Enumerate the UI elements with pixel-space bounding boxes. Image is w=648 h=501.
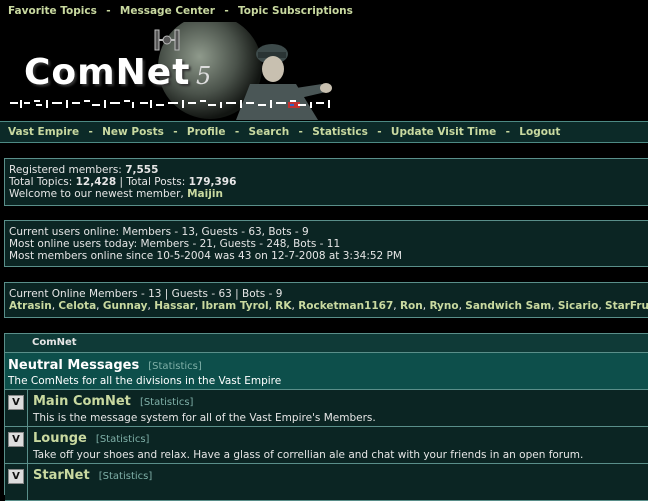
category-title[interactable]: Neutral Messages <box>8 358 139 373</box>
forum-statistics-link[interactable]: [Statistics] <box>96 434 150 445</box>
forum-list-header: ComNet <box>5 334 648 353</box>
nav-update-visit-time[interactable]: Update Visit Time <box>391 126 496 138</box>
newest-member-link[interactable]: Maijin <box>187 188 223 200</box>
current-users-line: Current users online: Members - 13, Gues… <box>9 226 309 238</box>
member-link[interactable]: Ibram Tyrol <box>202 300 269 312</box>
forum-row: V StarNet [Statistics] <box>5 464 648 501</box>
board-stats-panel: Registered members: 7,555 Total Topics: … <box>4 158 648 206</box>
forum-row: V Lounge [Statistics] Take off your shoe… <box>5 427 648 464</box>
topics-label: Total Topics: <box>9 176 73 188</box>
nav-logout[interactable]: Logout <box>519 126 560 138</box>
divider: | <box>119 176 124 188</box>
forum-title-link[interactable]: Lounge <box>33 431 87 446</box>
member-link[interactable]: Gunnay <box>103 300 148 312</box>
forum-status-icon: V <box>8 395 24 410</box>
forum-group-title: ComNet <box>32 337 77 348</box>
online-member-list: Atrasin, Celota, Gunnay, Hassar, Ibram T… <box>9 300 648 312</box>
separator: - <box>298 126 303 138</box>
category-title-line: Neutral Messages [Statistics] <box>8 358 202 373</box>
topics-value: 12,428 <box>75 176 117 188</box>
online-users-panel: Current users online: Members - 13, Gues… <box>4 220 648 267</box>
nav-statistics[interactable]: Statistics <box>312 126 368 138</box>
favorite-topics-link[interactable]: Favorite Topics <box>8 5 97 17</box>
nav-search[interactable]: Search <box>249 126 290 138</box>
nav-new-posts[interactable]: New Posts <box>102 126 164 138</box>
member-link[interactable]: Atrasin <box>9 300 52 312</box>
forum-title-line: Lounge [Statistics] <box>33 431 149 446</box>
member-link[interactable]: Celota <box>58 300 96 312</box>
most-ever-line: Most members online since 10-5-2004 was … <box>9 250 402 262</box>
online-summary: Current Online Members - 13 | Guests - 6… <box>9 288 283 300</box>
welcome-text: Welcome to our newest member, <box>9 188 184 200</box>
forum-status-icon: V <box>8 469 24 484</box>
site-banner: ComNet 5 <box>0 22 648 120</box>
separator: - <box>234 126 240 138</box>
online-members-panel: Current Online Members - 13 | Guests - 6… <box>4 282 648 318</box>
nav-vast-empire[interactable]: Vast Empire <box>8 126 79 138</box>
forum-icon-cell: V <box>5 464 28 500</box>
main-nav-bar: Vast Empire - New Posts - Profile - Sear… <box>0 121 648 143</box>
member-link[interactable]: Sicario <box>558 300 598 312</box>
category-description: The ComNets for all the divisions in the… <box>8 375 282 387</box>
member-link[interactable]: Ron <box>400 300 423 312</box>
separator: - <box>224 5 229 17</box>
category-row: Neutral Messages [Statistics] The ComNet… <box>5 353 648 390</box>
posts-label: Total Posts: <box>126 176 186 188</box>
separator: - <box>173 126 178 138</box>
topic-subscriptions-link[interactable]: Topic Subscriptions <box>238 5 353 17</box>
forum-row: V Main ComNet [Statistics] This is the m… <box>5 390 648 427</box>
forum-status-icon: V <box>8 432 24 447</box>
top-menu-bar: Favorite Topics - Message Center - Topic… <box>0 0 648 22</box>
registered-members-line: Registered members: 7,555 <box>9 164 158 176</box>
member-link[interactable]: StarFrui <box>605 300 648 312</box>
forum-list: ComNet Neutral Messages [Statistics] The… <box>4 333 648 501</box>
posts-value: 179,396 <box>188 176 237 188</box>
forum-description: This is the message system for all of th… <box>33 412 376 424</box>
totals-line: Total Topics: 12,428 | Total Posts: 179,… <box>9 176 236 188</box>
forum-description: Take off your shoes and relax. Have a gl… <box>33 449 584 461</box>
member-link[interactable]: Ryno <box>429 300 458 312</box>
site-logo-version: 5 <box>196 62 212 90</box>
nav-profile[interactable]: Profile <box>187 126 226 138</box>
separator: - <box>505 126 510 138</box>
separator: - <box>377 126 382 138</box>
member-link[interactable]: Sandwich Sam <box>465 300 551 312</box>
member-link[interactable]: Rocketman1167 <box>298 300 393 312</box>
member-link[interactable]: Hassar <box>154 300 195 312</box>
welcome-line: Welcome to our newest member, Maijin <box>9 188 223 200</box>
site-logo: ComNet <box>24 52 191 93</box>
separator: - <box>88 126 93 138</box>
category-statistics-link[interactable]: [Statistics] <box>148 361 202 372</box>
registered-label: Registered members: <box>9 164 122 176</box>
forum-title-line: Main ComNet [Statistics] <box>33 394 193 409</box>
forum-icon-cell: V <box>5 390 28 426</box>
separator: - <box>106 5 111 17</box>
forum-statistics-link[interactable]: [Statistics] <box>140 397 194 408</box>
most-today-line: Most online users today: Members - 21, G… <box>9 238 341 250</box>
registered-value: 7,555 <box>125 164 159 176</box>
forum-icon-cell: V <box>5 427 28 463</box>
member-link[interactable]: RK <box>275 300 291 312</box>
forum-title-link[interactable]: Main ComNet <box>33 394 131 409</box>
forum-statistics-link[interactable]: [Statistics] <box>99 471 153 482</box>
message-center-link[interactable]: Message Center <box>120 5 215 17</box>
